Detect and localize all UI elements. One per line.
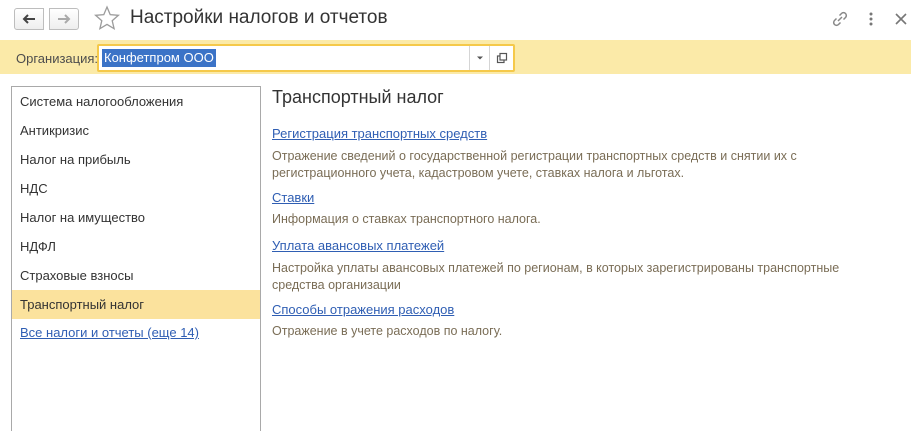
advance-payments-link[interactable]: Уплата авансовых платежей	[272, 238, 444, 253]
organization-dropdown-button[interactable]	[469, 46, 489, 70]
expense-methods-link[interactable]: Способы отражения расходов	[272, 302, 454, 317]
organization-label: Организация:	[16, 51, 99, 66]
open-window-icon	[496, 52, 507, 64]
sidebar-item-tax-system[interactable]: Система налогообложения	[12, 87, 260, 116]
title-bar: Настройки налогов и отчетов	[0, 0, 911, 40]
chevron-down-icon	[476, 56, 483, 60]
sidebar-item-personal-income-tax[interactable]: НДФЛ	[12, 232, 260, 261]
arrow-left-icon	[22, 14, 35, 24]
organization-open-button[interactable]	[489, 46, 513, 70]
description-line: Информация о ставках транспортного налог…	[272, 212, 541, 226]
organization-field[interactable]: Конфетпром ООО	[97, 44, 515, 72]
more-vertical-icon[interactable]	[867, 10, 875, 28]
sections-panel: Система налогообложения Антикризис Налог…	[11, 86, 261, 431]
rates-link[interactable]: Ставки	[272, 190, 314, 205]
advance-payments-description: Настройка уплаты авансовых платежей по р…	[272, 260, 872, 294]
all-taxes-link[interactable]: Все налоги и отчеты (еще 14)	[20, 325, 199, 340]
organization-value[interactable]: Конфетпром ООО	[102, 49, 216, 67]
rates-description: Информация о ставках транспортного налог…	[272, 211, 872, 228]
close-icon[interactable]	[893, 10, 909, 28]
vehicle-registration-description: Отражение сведений о государственной рег…	[272, 148, 872, 182]
link-icon[interactable]	[830, 10, 850, 28]
sidebar-item-profit-tax[interactable]: Налог на прибыль	[12, 145, 260, 174]
description-line: Настройка уплаты авансовых платежей по р…	[272, 261, 840, 275]
back-button[interactable]	[14, 8, 44, 30]
forward-button[interactable]	[49, 8, 79, 30]
description-line: Отражение в учете расходов по налогу.	[272, 324, 503, 338]
description-line: Отражение сведений о государственной рег…	[272, 149, 797, 163]
vehicle-registration-link[interactable]: Регистрация транспортных средств	[272, 126, 487, 141]
section-title: Транспортный налог	[272, 87, 444, 107]
organization-bar: Организация: Конфетпром ООО	[0, 40, 911, 74]
page-title: Настройки налогов и отчетов	[130, 7, 388, 28]
sidebar-item-anticrisis[interactable]: Антикризис	[12, 116, 260, 145]
sidebar-item-transport-tax[interactable]: Транспортный налог	[12, 290, 260, 319]
star-icon[interactable]	[94, 5, 120, 31]
arrow-right-icon	[58, 14, 71, 24]
description-line: средства организации	[272, 278, 401, 292]
sidebar-item-insurance-contributions[interactable]: Страховые взносы	[12, 261, 260, 290]
sidebar-item-property-tax[interactable]: Налог на имущество	[12, 203, 260, 232]
expense-methods-description: Отражение в учете расходов по налогу.	[272, 323, 872, 340]
organization-input[interactable]: Конфетпром ООО	[102, 49, 468, 67]
description-line: регистрационного учета, кадастровом учет…	[272, 166, 685, 180]
sidebar-item-vat[interactable]: НДС	[12, 174, 260, 203]
